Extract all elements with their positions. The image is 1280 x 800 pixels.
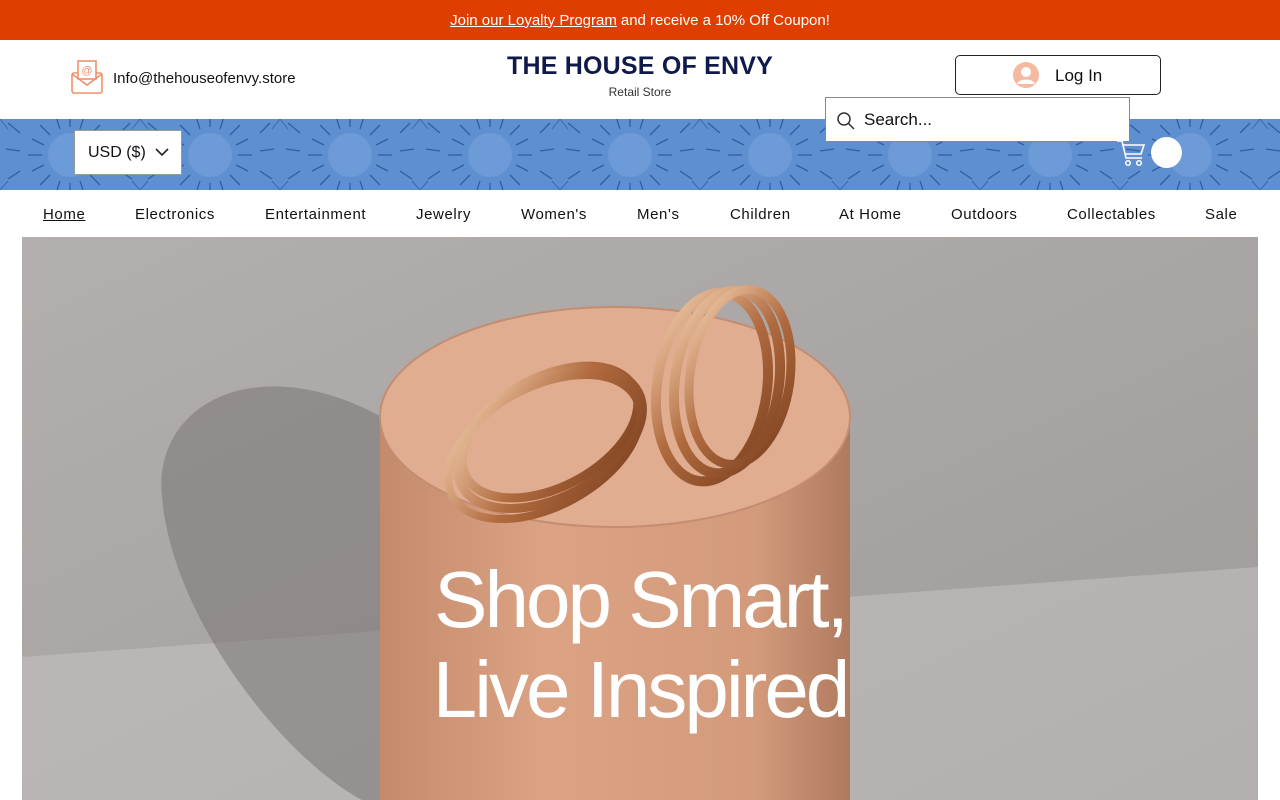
nav-item-collectables[interactable]: Collectables [1067, 206, 1156, 223]
promo-text: and receive a 10% Off Coupon! [620, 11, 830, 29]
search-box[interactable] [825, 97, 1130, 142]
avatar-icon [1013, 62, 1039, 88]
nav-item-mens[interactable]: Men's [637, 206, 680, 223]
currency-dropdown[interactable]: USD ($) [74, 130, 182, 175]
hero-line-2: Live Inspired [432, 645, 851, 734]
login-button[interactable]: Log In [955, 55, 1161, 95]
chevron-down-icon [155, 148, 169, 157]
nav-item-jewelry[interactable]: Jewelry [416, 206, 471, 223]
hero-section: Shop Smart, Live Inspired [22, 237, 1258, 800]
nav-item-outdoors[interactable]: Outdoors [951, 206, 1018, 223]
nav-item-womens[interactable]: Women's [521, 206, 587, 223]
nav-item-children[interactable]: Children [730, 206, 791, 223]
cart-count-badge[interactable] [1151, 137, 1182, 168]
promo-bar: Join our Loyalty Program and receive a 1… [0, 0, 1280, 40]
cart-icon[interactable] [1116, 139, 1146, 167]
loyalty-program-link[interactable]: Join our Loyalty Program [450, 12, 617, 29]
currency-value: USD ($) [88, 143, 146, 161]
nav-item-electronics[interactable]: Electronics [135, 206, 215, 223]
search-icon [837, 112, 855, 130]
nav-item-sale[interactable]: Sale [1205, 206, 1237, 223]
hero-heading: Shop Smart, Live Inspired [22, 555, 1258, 735]
nav-item-entertainment[interactable]: Entertainment [265, 206, 366, 223]
login-label: Log In [1055, 66, 1103, 85]
search-input[interactable] [864, 107, 1119, 133]
hero-line-1: Shop Smart, [434, 555, 849, 644]
main-navigation: Home Electronics Entertainment Jewelry W… [0, 190, 1280, 237]
nav-item-at-home[interactable]: At Home [839, 206, 902, 223]
nav-item-home[interactable]: Home [43, 206, 85, 223]
